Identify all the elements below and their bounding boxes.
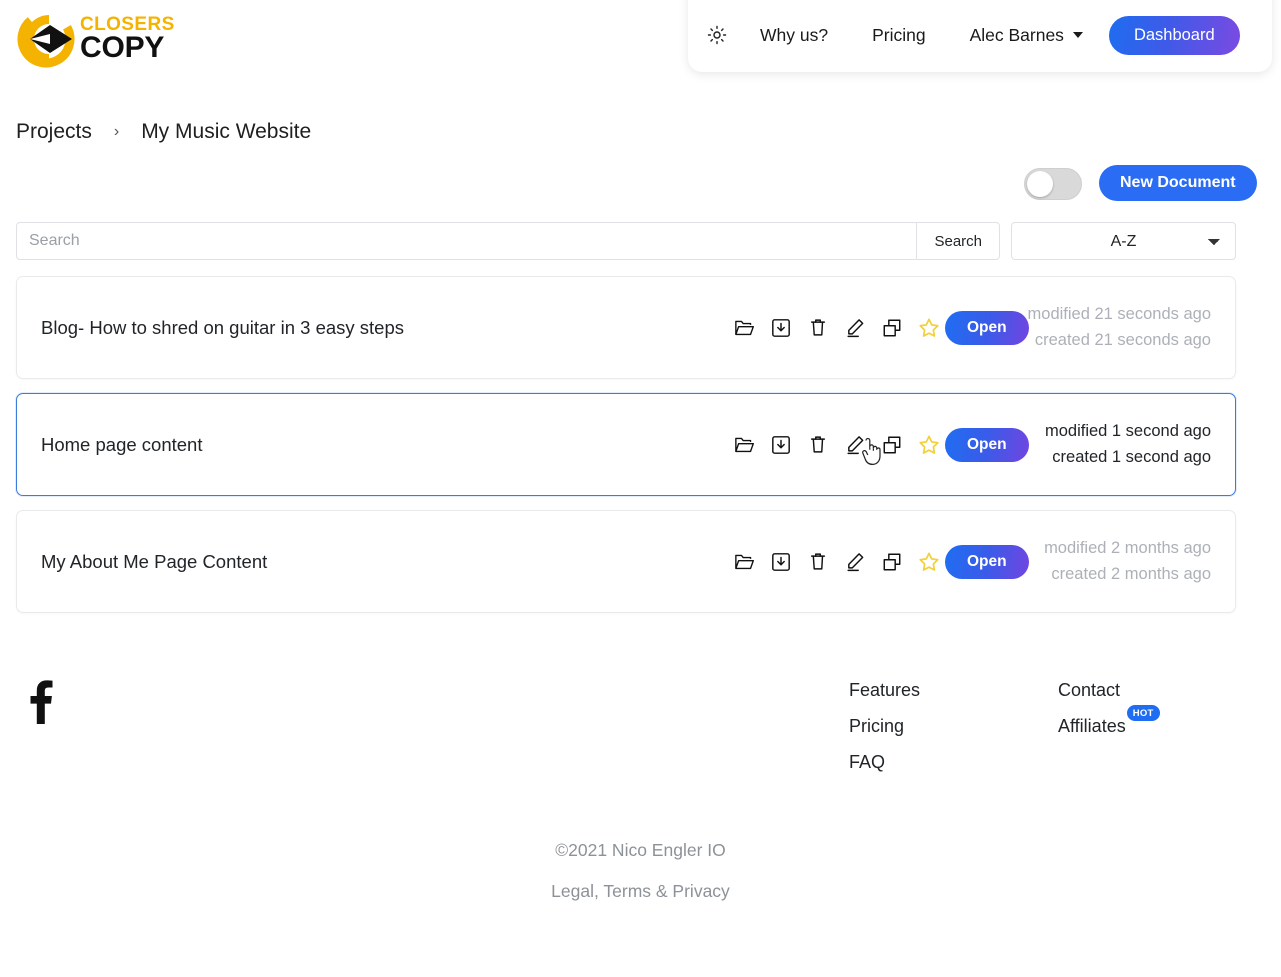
- favorite-star-icon[interactable]: [918, 433, 940, 457]
- table-row[interactable]: Blog- How to shred on guitar in 3 easy s…: [16, 276, 1236, 379]
- open-document-button[interactable]: Open: [945, 427, 1029, 462]
- archive-download-icon[interactable]: [770, 316, 792, 340]
- breadcrumb-current-project[interactable]: My Music Website: [141, 120, 311, 144]
- rename-pencil-icon[interactable]: [844, 550, 866, 574]
- table-row[interactable]: Home page content Open modified 1 second…: [16, 393, 1236, 496]
- document-title[interactable]: Blog- How to shred on guitar in 3 easy s…: [41, 317, 404, 339]
- nav-card: Why us? Pricing Alec Barnes Dashboard: [688, 0, 1272, 72]
- dashboard-button[interactable]: Dashboard: [1108, 15, 1240, 55]
- open-document-button[interactable]: Open: [945, 544, 1029, 579]
- sort-order-select[interactable]: A-Z: [1011, 222, 1236, 260]
- view-mode-toggle[interactable]: [1024, 168, 1082, 200]
- archive-download-icon[interactable]: [770, 433, 792, 457]
- search-row: Search A-Z: [16, 222, 1265, 260]
- rename-pencil-icon[interactable]: [844, 316, 866, 340]
- page-toolbar: New Document: [0, 165, 1281, 211]
- row-action-group: [733, 433, 940, 457]
- facebook-icon[interactable]: [28, 678, 54, 729]
- document-created: created 1 second ago: [1052, 447, 1211, 466]
- document-modified: modified 21 seconds ago: [1027, 304, 1211, 323]
- user-menu-label: Alec Barnes: [969, 24, 1064, 45]
- favorite-star-icon[interactable]: [918, 550, 940, 574]
- move-to-folder-icon[interactable]: [733, 433, 755, 457]
- footer-link-legal[interactable]: Legal, Terms & Privacy: [0, 881, 1281, 902]
- archive-download-icon[interactable]: [770, 550, 792, 574]
- duplicate-copy-icon[interactable]: [881, 550, 903, 574]
- duplicate-copy-icon[interactable]: [881, 433, 903, 457]
- new-document-button[interactable]: New Document: [1099, 165, 1257, 201]
- search-button[interactable]: Search: [916, 222, 1000, 260]
- open-document-button[interactable]: Open: [945, 310, 1029, 345]
- move-to-folder-icon[interactable]: [733, 550, 755, 574]
- footer-link-faq[interactable]: FAQ: [849, 752, 885, 773]
- row-action-group: [733, 550, 940, 574]
- document-created: created 21 seconds ago: [1034, 330, 1211, 349]
- document-title[interactable]: My About Me Page Content: [41, 551, 267, 573]
- user-menu[interactable]: Alec Barnes: [948, 25, 1101, 46]
- nav-link-why-us[interactable]: Why us?: [738, 25, 850, 46]
- document-meta: modified 2 months ago created 2 months a…: [1044, 536, 1211, 587]
- toggle-knob: [1027, 171, 1053, 197]
- chevron-down-icon: [1072, 32, 1083, 38]
- favorite-star-icon[interactable]: [918, 316, 940, 340]
- delete-trash-icon[interactable]: [807, 316, 829, 340]
- search-input[interactable]: [16, 222, 917, 260]
- status-badge: HOT: [1126, 705, 1160, 721]
- document-list: Blog- How to shred on guitar in 3 easy s…: [16, 276, 1236, 627]
- sun-icon[interactable]: [696, 25, 738, 45]
- footer-bottom: ©2021 Nico Engler IO Legal, Terms & Priv…: [0, 840, 1281, 902]
- document-title[interactable]: Home page content: [41, 434, 202, 456]
- delete-trash-icon[interactable]: [807, 433, 829, 457]
- delete-trash-icon[interactable]: [807, 550, 829, 574]
- duplicate-copy-icon[interactable]: [881, 316, 903, 340]
- breadcrumb-projects[interactable]: Projects: [16, 120, 92, 144]
- footer-link-pricing[interactable]: Pricing: [849, 716, 904, 737]
- table-row[interactable]: My About Me Page Content Open modified 2…: [16, 510, 1236, 613]
- footer-link-contact[interactable]: Contact: [1058, 680, 1120, 701]
- nav-link-pricing[interactable]: Pricing: [850, 25, 948, 46]
- document-meta: modified 21 seconds ago created 21 secon…: [1028, 302, 1211, 353]
- footer-link-affiliates[interactable]: Affiliates HOT: [1058, 705, 1160, 737]
- site-header: Why us? Pricing Alec Barnes Dashboard: [0, 0, 1281, 78]
- footer-column-two: Contact Affiliates HOT: [1058, 680, 1160, 737]
- document-modified: modified 1 second ago: [1044, 421, 1211, 440]
- row-action-group: [733, 316, 940, 340]
- breadcrumb-separator-icon: ›: [113, 123, 120, 140]
- rename-pencil-icon[interactable]: [844, 433, 866, 457]
- breadcrumb: Projects › My Music Website: [16, 120, 311, 144]
- footer-column-one: Features Pricing FAQ: [849, 680, 920, 773]
- document-created: created 2 months ago: [1051, 564, 1211, 583]
- move-to-folder-icon[interactable]: [733, 316, 755, 340]
- copyright-text: ©2021 Nico Engler IO: [555, 840, 726, 860]
- footer-link-affiliates-label: Affiliates: [1058, 716, 1126, 736]
- document-meta: modified 1 second ago created 1 second a…: [1045, 419, 1211, 470]
- document-modified: modified 2 months ago: [1044, 538, 1211, 557]
- footer-link-features[interactable]: Features: [849, 680, 920, 701]
